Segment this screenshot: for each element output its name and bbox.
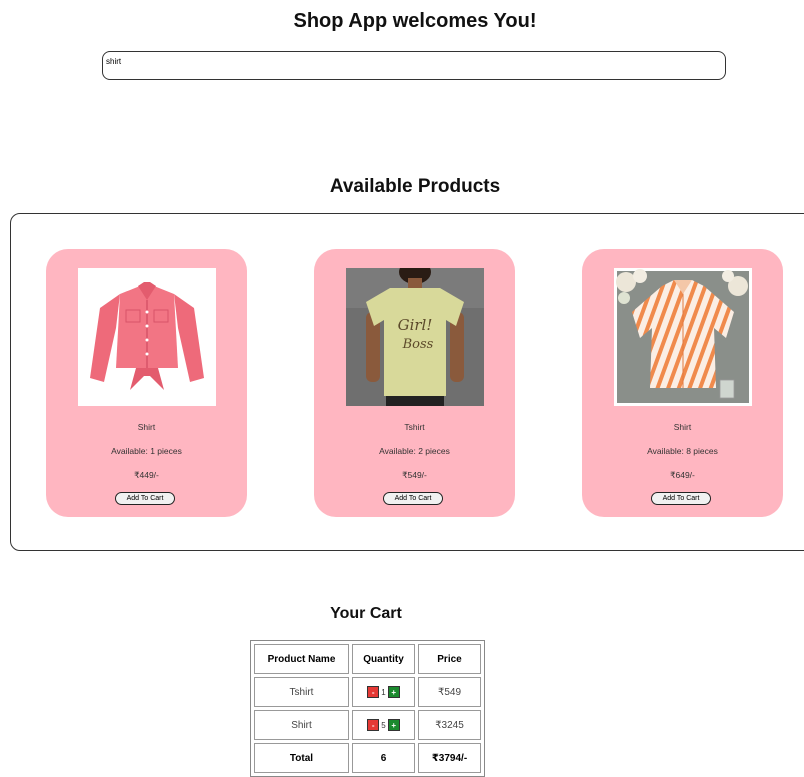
product-price: ₹549/- [402, 470, 427, 480]
product-name: Tshirt [404, 422, 425, 432]
search-input[interactable] [102, 51, 726, 80]
decrease-quantity-button[interactable]: - [367, 686, 380, 698]
table-row: Tshirt - 1 + ₹549 [254, 677, 481, 707]
products-container: Shirt Available: 1 pieces ₹449/- Add To … [10, 213, 804, 551]
app-title: Shop App welcomes You! [293, 10, 537, 32]
quantity-value: 5 [381, 720, 386, 730]
quantity-value: 1 [381, 687, 386, 697]
column-header-price: Price [418, 644, 481, 674]
cart-item-name: Tshirt [254, 677, 349, 707]
total-label: Total [254, 743, 349, 773]
product-availability: Available: 2 pieces [379, 446, 450, 456]
svg-text:Boss: Boss [402, 337, 434, 352]
product-availability: Available: 1 pieces [111, 446, 182, 456]
add-to-cart-button[interactable]: Add To Cart [115, 492, 175, 505]
cart-total-row: Total 6 ₹3794/- [254, 743, 481, 773]
increase-quantity-button[interactable]: + [387, 719, 400, 731]
cart-item-price: ₹3245 [418, 710, 481, 740]
product-name: Shirt [673, 422, 692, 432]
cart-item-price: ₹549 [418, 677, 481, 707]
cart-table: Product Name Quantity Price Tshirt - 1 +… [250, 640, 485, 777]
product-image [78, 268, 216, 406]
product-image [614, 268, 752, 406]
column-header-quantity: Quantity [352, 644, 415, 674]
product-image: Girl! Boss [346, 268, 484, 406]
cart-item-quantity: - 1 + [352, 677, 415, 707]
table-row: Shirt - 5 + ₹3245 [254, 710, 481, 740]
cart-item-quantity: - 5 + [352, 710, 415, 740]
product-card: Shirt Available: 8 pieces ₹649/- Add To … [582, 249, 783, 517]
product-price: ₹449/- [134, 470, 159, 480]
tshirt-image: Girl! Boss [346, 268, 484, 406]
pink-shirt-image [78, 268, 216, 406]
product-name: Shirt [137, 422, 156, 432]
decrease-quantity-button[interactable]: - [367, 719, 380, 731]
increase-quantity-button[interactable]: + [387, 686, 400, 698]
total-price: ₹3794/- [418, 743, 481, 773]
add-to-cart-button[interactable]: Add To Cart [383, 492, 443, 505]
product-availability: Available: 8 pieces [647, 446, 718, 456]
cart-header-row: Product Name Quantity Price [254, 644, 481, 674]
striped-shirt-image [614, 268, 752, 406]
product-card: Girl! Boss Tshirt Available: 2 pieces ₹5… [314, 249, 515, 517]
add-to-cart-button[interactable]: Add To Cart [651, 492, 711, 505]
column-header-product-name: Product Name [254, 644, 349, 674]
total-quantity: 6 [352, 743, 415, 773]
cart-item-name: Shirt [254, 710, 349, 740]
cart-title: Your Cart [330, 605, 402, 622]
product-price: ₹649/- [670, 470, 695, 480]
svg-text:Girl!: Girl! [398, 316, 433, 334]
product-card: Shirt Available: 1 pieces ₹449/- Add To … [46, 249, 247, 517]
products-section-title: Available Products [329, 176, 501, 197]
